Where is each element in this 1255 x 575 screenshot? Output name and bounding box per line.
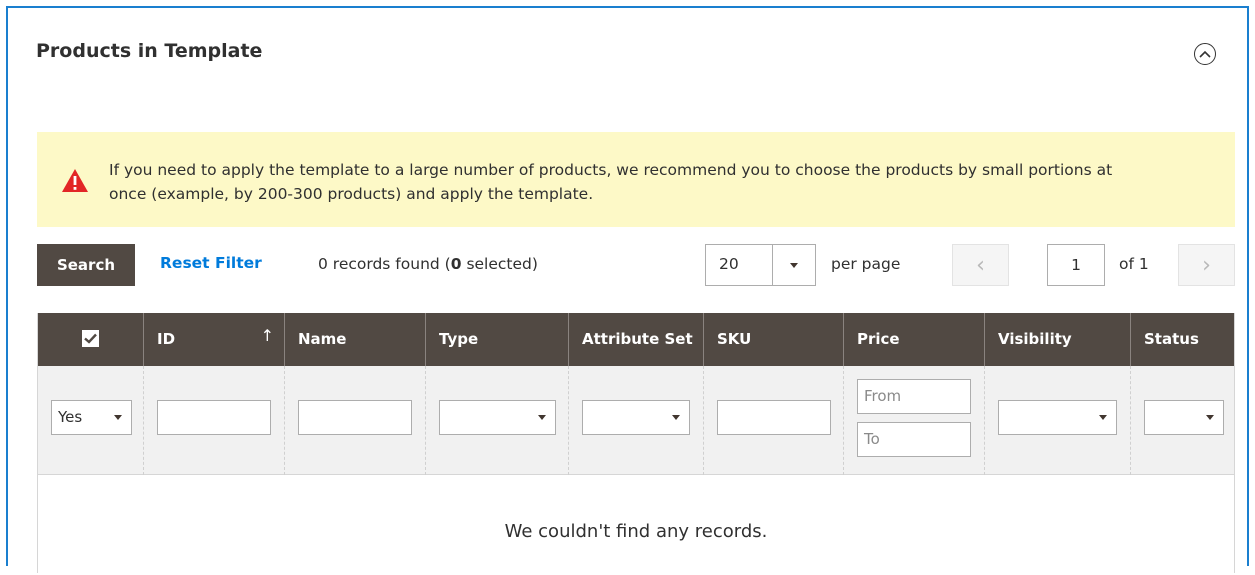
filter-id-input[interactable] [157,400,271,435]
chevron-up-icon [1199,50,1211,58]
filter-visibility-toggle[interactable] [1089,401,1116,434]
column-header-id-label: ID [157,330,176,348]
page-total-label: of 1 [1119,255,1149,273]
filter-select-value: Yes [58,408,83,426]
chevron-right-icon: › [1202,252,1211,278]
records-found: 0 records found (0 selected) [318,255,538,273]
filter-cell-name [285,366,426,475]
column-header-attribute-set[interactable]: Attribute Set [569,313,704,366]
caret-down-icon [790,262,798,268]
filter-price-to-input[interactable]: To [857,422,971,457]
filter-cell-id [144,366,285,475]
filter-cell-attribute-set [569,366,704,475]
filter-type-toggle[interactable] [528,401,555,434]
column-header-sku[interactable]: SKU [704,313,844,366]
filter-name-input[interactable] [298,400,412,435]
search-button[interactable]: Search [37,244,135,286]
column-header-visibility[interactable]: Visibility [985,313,1131,366]
chevron-left-icon: ‹ [976,252,985,278]
filter-attribute-set-select[interactable] [582,400,690,435]
caret-down-icon [113,415,122,420]
filter-cell-status [1131,366,1234,475]
column-header-id[interactable]: ID ↑ [144,313,285,366]
grid-header-row: ID ↑ Name Type Attribute Set SKU Price V… [38,313,1234,366]
column-header-price[interactable]: Price [844,313,985,366]
grid-filter-row: Yes From To [38,366,1234,475]
products-grid: ID ↑ Name Type Attribute Set SKU Price V… [37,313,1235,573]
section-title: Products in Template [36,40,263,62]
empty-records-message: We couldn't find any records. [504,521,768,542]
column-header-name[interactable]: Name [285,313,426,366]
warning-notice: If you need to apply the template to a l… [37,132,1235,227]
sort-ascending-icon: ↑ [260,326,274,345]
filter-type-select[interactable] [439,400,556,435]
filter-cell-price: From To [844,366,985,475]
filter-cell-select: Yes [38,366,144,475]
filter-status-toggle[interactable] [1196,401,1223,434]
per-page-toggle[interactable] [772,245,815,285]
caret-down-icon [1205,415,1214,420]
column-header-status[interactable]: Status [1131,313,1234,366]
filter-sku-input[interactable] [717,400,831,435]
prev-page-button[interactable]: ‹ [952,244,1009,286]
column-header-type[interactable]: Type [426,313,569,366]
filter-cell-type [426,366,569,475]
caret-down-icon [1098,415,1107,420]
caret-down-icon [671,415,680,420]
per-page-value: 20 [719,255,739,273]
records-prefix: 0 records found ( [318,255,451,273]
per-page-label: per page [831,255,901,273]
checkbox-checked-icon[interactable] [82,330,99,347]
current-page-input[interactable] [1047,244,1105,286]
price-to-placeholder: To [864,430,880,448]
filter-in-template-select[interactable]: Yes [51,400,132,435]
column-select-all[interactable] [38,313,144,366]
filter-price-from-input[interactable]: From [857,379,971,414]
reset-filter-link[interactable]: Reset Filter [160,254,262,272]
filter-attribute-set-toggle[interactable] [662,401,689,434]
products-in-template-panel: Products in Template If you need to appl… [6,6,1249,573]
notice-text: If you need to apply the template to a l… [109,161,1113,203]
per-page-select[interactable]: 20 [705,244,816,286]
filter-cell-sku [704,366,844,475]
warning-triangle-icon [62,169,88,192]
collapse-toggle[interactable] [1194,43,1216,65]
filter-cell-visibility [985,366,1131,475]
next-page-button[interactable]: › [1178,244,1235,286]
filter-select-toggle[interactable] [104,401,131,434]
price-from-placeholder: From [864,387,902,405]
records-selected-count: 0 [450,255,462,273]
filter-visibility-select[interactable] [998,400,1117,435]
records-suffix: selected) [461,255,538,273]
filter-status-select[interactable] [1144,400,1224,435]
caret-down-icon [537,415,546,420]
